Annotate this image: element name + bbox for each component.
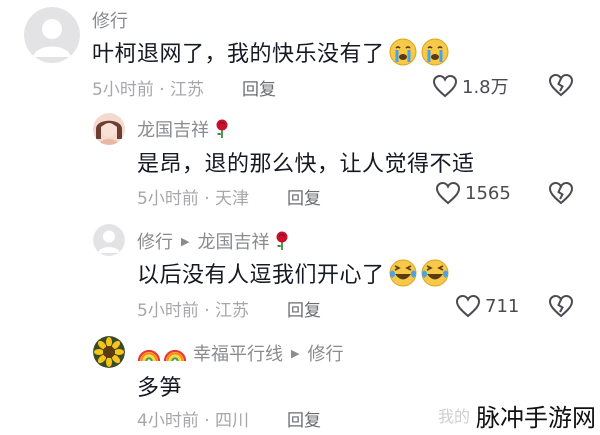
- reply-button[interactable]: 回复: [242, 75, 276, 100]
- heart-outline-icon: [435, 181, 461, 205]
- heart-outline-icon: [432, 74, 458, 98]
- rainbow-icon: [163, 349, 187, 362]
- username-text[interactable]: 修行: [137, 228, 173, 254]
- comment-meta: 5小时前 · 江苏 回复: [92, 75, 276, 100]
- photo-avatar-icon: [93, 113, 125, 145]
- heart-outline-icon: [455, 294, 481, 318]
- comment-text: 是昂，退的那么快，让人觉得不适: [137, 146, 475, 178]
- reply-button[interactable]: 回复: [287, 296, 321, 321]
- comment-text: 以后没有人逗我们开心了: [137, 257, 449, 289]
- like-count: 1565: [465, 182, 511, 204]
- username-text[interactable]: 龙国吉祥: [137, 116, 209, 142]
- comment-body: 以后没有人逗我们开心了: [137, 263, 385, 288]
- comment-body: 多笋: [137, 376, 183, 401]
- comment-username[interactable]: 幸福平行线 ▶ 修行: [137, 340, 343, 366]
- comment-username[interactable]: 修行 ▶ 龙国吉祥: [137, 228, 291, 254]
- watermark-faded: 我的: [437, 407, 470, 426]
- reply-to-username[interactable]: 龙国吉祥: [197, 228, 269, 254]
- comment-text: 多笋: [137, 370, 182, 402]
- reply-to-username[interactable]: 修行: [307, 340, 343, 366]
- broken-heart-icon[interactable]: [548, 181, 574, 205]
- comment-body: 叶柯退网了，我的快乐没有了: [92, 42, 385, 67]
- like-count: 711: [485, 295, 520, 317]
- crying-face-icon: [421, 38, 449, 66]
- reply-arrow-icon: ▶: [291, 346, 300, 360]
- username-text[interactable]: 幸福平行线: [193, 340, 283, 366]
- like-button[interactable]: 1565: [435, 181, 511, 205]
- username-text[interactable]: 修行: [92, 7, 128, 33]
- avatar-default[interactable]: [24, 7, 80, 63]
- time-location: 4小时前 · 四川: [137, 411, 250, 431]
- comment-body: 是昂，退的那么快，让人觉得不适: [137, 152, 475, 177]
- comment-username[interactable]: 龙国吉祥: [137, 116, 231, 142]
- watermark: 脉冲手游网: [476, 404, 596, 432]
- like-button[interactable]: 711: [455, 294, 519, 318]
- time-location: 5小时前 · 江苏: [137, 301, 250, 321]
- like-count: 1.8万: [462, 77, 509, 98]
- like-button[interactable]: 1.8万: [432, 73, 509, 99]
- time-location: 5小时前 · 江苏: [92, 80, 205, 100]
- comment-username[interactable]: 修行: [92, 7, 128, 33]
- reply-button[interactable]: 回复: [287, 184, 321, 209]
- laughing-tears-icon: [389, 259, 417, 287]
- avatar-default[interactable]: [93, 224, 125, 256]
- broken-heart-icon[interactable]: [548, 294, 574, 318]
- laughing-tears-icon: [421, 259, 449, 287]
- comment-meta: 5小时前 · 天津 回复: [137, 184, 321, 209]
- rose-icon: [216, 119, 228, 138]
- default-avatar-icon: [24, 7, 80, 63]
- rainbow-icon: [137, 349, 161, 362]
- sunflower-avatar-icon: [93, 336, 125, 368]
- rose-icon: [276, 231, 288, 250]
- reply-button[interactable]: 回复: [287, 406, 321, 431]
- comment-meta: 5小时前 · 江苏 回复: [137, 296, 321, 321]
- comment-text: 叶柯退网了，我的快乐没有了: [92, 36, 449, 68]
- comment-meta: 4小时前 · 四川 回复: [137, 406, 321, 431]
- avatar-sunflower[interactable]: [93, 336, 125, 368]
- crying-face-icon: [389, 38, 417, 66]
- time-location: 5小时前 · 天津: [137, 189, 250, 209]
- default-avatar-icon: [93, 224, 125, 256]
- avatar-photo[interactable]: [93, 113, 125, 145]
- broken-heart-icon[interactable]: [548, 73, 574, 97]
- reply-arrow-icon: ▶: [181, 234, 190, 248]
